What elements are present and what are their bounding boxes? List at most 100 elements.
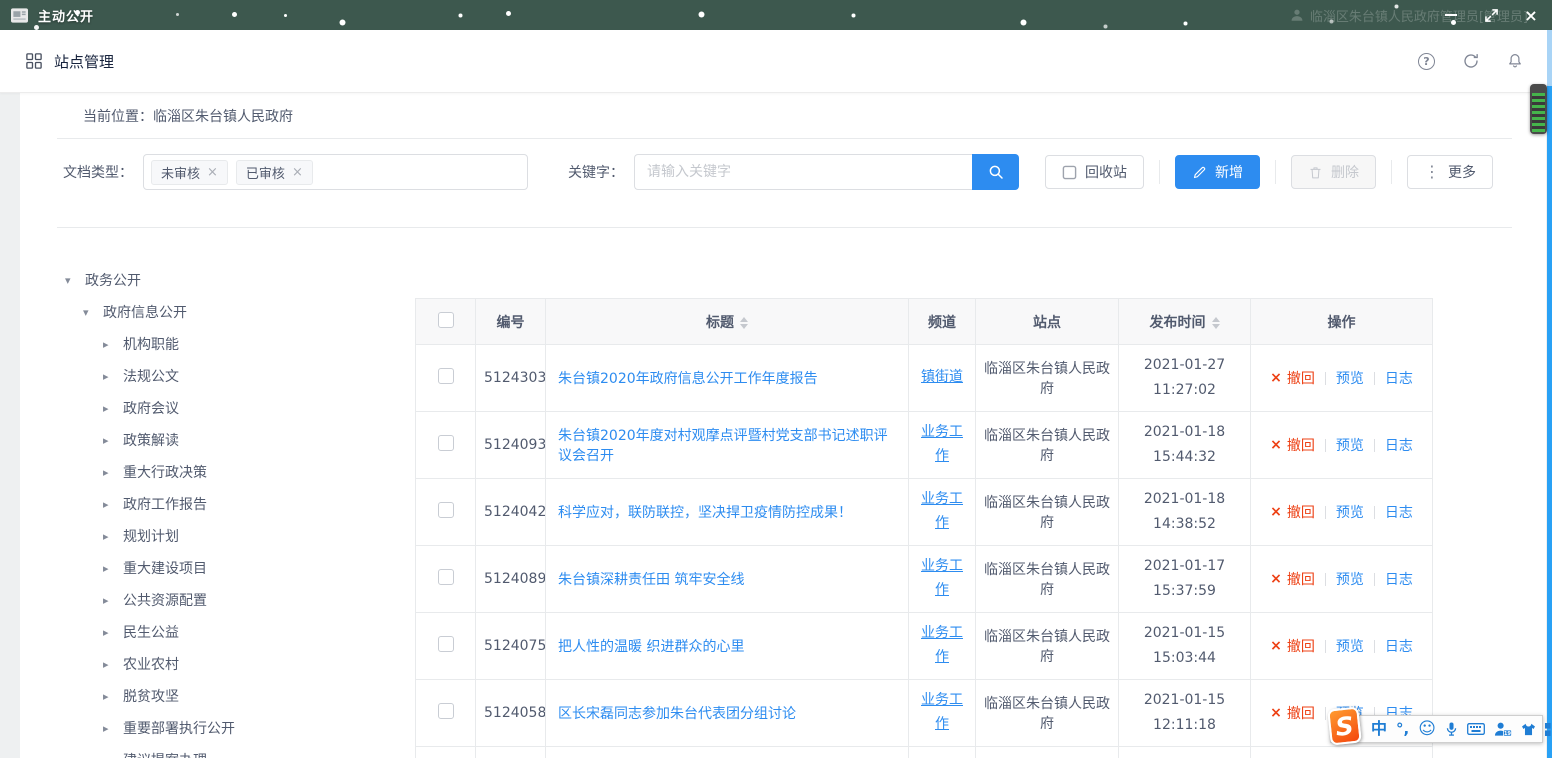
chevron-right-icon[interactable]: ▸: [103, 594, 123, 607]
row-title-link[interactable]: 朱台镇2020年政府信息公开工作年度报告: [558, 371, 818, 387]
chevron-right-icon[interactable]: ▸: [103, 754, 123, 758]
doc-type-select[interactable]: 未审核 × 已审核 ×: [143, 154, 528, 190]
preview-action[interactable]: 预览: [1336, 636, 1364, 656]
tree-item[interactable]: ▸ 建议提案办理: [65, 744, 415, 758]
minimize-button[interactable]: [1444, 8, 1458, 22]
tree-item[interactable]: ▸ 农业农村: [65, 648, 415, 680]
chevron-right-icon[interactable]: ▸: [103, 562, 123, 575]
help-icon[interactable]: ?: [1417, 52, 1436, 71]
chevron-down-icon[interactable]: ▾: [65, 274, 85, 287]
row-checkbox[interactable]: [438, 569, 454, 585]
ime-microphone-icon[interactable]: [1445, 718, 1458, 740]
recycle-square-icon: [1062, 165, 1077, 180]
tag-close-icon[interactable]: ×: [207, 166, 218, 179]
tree-item[interactable]: ▸ 政府会议: [65, 392, 415, 424]
log-action[interactable]: 日志: [1385, 502, 1413, 522]
notification-bell-icon[interactable]: [1505, 52, 1524, 71]
revoke-action[interactable]: × 撤回: [1270, 435, 1315, 455]
tree-item[interactable]: ▸ 机构职能: [65, 328, 415, 360]
chevron-right-icon[interactable]: ▸: [103, 722, 123, 735]
ime-punctuation-icon[interactable]: °,: [1396, 718, 1409, 740]
row-title-link[interactable]: 科学应对，联防联控，坚决捍卫疫情防控成果！: [558, 505, 852, 521]
ime-toolbox-icon[interactable]: [1545, 718, 1552, 740]
more-button[interactable]: ⋮ 更多: [1407, 155, 1493, 189]
ime-account-icon[interactable]: 19: [1494, 718, 1512, 740]
keyword-input[interactable]: [634, 154, 972, 190]
row-checkbox[interactable]: [438, 368, 454, 384]
chevron-right-icon[interactable]: ▸: [103, 530, 123, 543]
tree-item[interactable]: ▸ 政策解读: [65, 424, 415, 456]
user-icon: [1290, 8, 1304, 22]
tree-item[interactable]: ▸ 民生公益: [65, 616, 415, 648]
log-action[interactable]: 日志: [1385, 368, 1413, 388]
chevron-right-icon[interactable]: ▸: [103, 498, 123, 511]
row-channel-link[interactable]: 镇街道: [921, 366, 963, 390]
tree-item[interactable]: ▸ 重大建设项目: [65, 552, 415, 584]
search-button[interactable]: [972, 154, 1019, 190]
row-title-link[interactable]: 区长宋磊同志参加朱台代表团分组讨论: [558, 706, 796, 722]
sogou-logo-icon[interactable]: S: [1327, 706, 1362, 745]
revoke-action[interactable]: × 撤回: [1270, 569, 1315, 589]
add-button[interactable]: 新增: [1175, 155, 1260, 189]
revoke-action[interactable]: × 撤回: [1270, 502, 1315, 522]
row-channel-link[interactable]: 业务工作: [917, 488, 967, 536]
preview-action[interactable]: 预览: [1336, 435, 1364, 455]
close-button[interactable]: ×: [1524, 8, 1538, 22]
refresh-icon[interactable]: [1461, 52, 1480, 71]
log-action[interactable]: 日志: [1385, 435, 1413, 455]
row-title-link[interactable]: 把人性的温暖 织进群众的心里: [558, 639, 744, 655]
preview-action[interactable]: 预览: [1336, 502, 1364, 522]
tree-item[interactable]: ▸ 法规公文: [65, 360, 415, 392]
ime-emoji-icon[interactable]: ☺: [1418, 718, 1436, 740]
chevron-right-icon[interactable]: ▸: [103, 434, 123, 447]
tree-item[interactable]: ▸ 脱贫攻坚: [65, 680, 415, 712]
tree-item[interactable]: ▸ 重大行政决策: [65, 456, 415, 488]
row-checkbox[interactable]: [438, 636, 454, 652]
revoke-action[interactable]: × 撤回: [1270, 703, 1315, 723]
row-channel-link[interactable]: 业务工作: [917, 555, 967, 603]
log-action[interactable]: 日志: [1385, 569, 1413, 589]
row-title-link[interactable]: 朱台镇2020年度对村观摩点评暨村党支部书记述职评议会召开: [558, 428, 888, 464]
chevron-right-icon[interactable]: ▸: [103, 690, 123, 703]
row-id: 5124089: [476, 546, 546, 613]
chevron-down-icon[interactable]: ▾: [83, 306, 103, 319]
row-title-link[interactable]: 朱台镇深耕责任田 筑牢安全线: [558, 572, 744, 588]
sort-icon[interactable]: [740, 317, 748, 329]
delete-button[interactable]: 删除: [1291, 155, 1376, 189]
row-channel-link[interactable]: 业务工作: [917, 421, 967, 469]
doc-type-tag[interactable]: 已审核 ×: [236, 160, 313, 185]
ime-chinese-mode-icon[interactable]: 中: [1371, 718, 1387, 740]
preview-action[interactable]: 预览: [1336, 368, 1364, 388]
chevron-right-icon[interactable]: ▸: [103, 338, 123, 351]
row-checkbox[interactable]: [438, 703, 454, 719]
tree-item[interactable]: ▸ 公共资源配置: [65, 584, 415, 616]
table-row: 5124058 区长宋磊同志参加朱台代表团分组讨论 业务工作 临淄区朱台镇人民政…: [416, 680, 1433, 747]
tree-sub[interactable]: ▾ 政府信息公开: [65, 296, 415, 328]
row-checkbox[interactable]: [438, 502, 454, 518]
row-channel-link[interactable]: 业务工作: [917, 622, 967, 670]
select-all-checkbox[interactable]: [438, 312, 454, 328]
doc-type-tag[interactable]: 未审核 ×: [151, 160, 228, 185]
chevron-right-icon[interactable]: ▸: [103, 402, 123, 415]
tree-item[interactable]: ▸ 规划计划: [65, 520, 415, 552]
chevron-right-icon[interactable]: ▸: [103, 658, 123, 671]
revoke-action[interactable]: × 撤回: [1270, 636, 1315, 656]
preview-action[interactable]: 预览: [1336, 569, 1364, 589]
ime-keyboard-icon[interactable]: [1467, 718, 1485, 740]
revoke-action[interactable]: × 撤回: [1270, 368, 1315, 388]
chevron-right-icon[interactable]: ▸: [103, 370, 123, 383]
tree-item[interactable]: ▸ 重要部署执行公开: [65, 712, 415, 744]
chevron-right-icon[interactable]: ▸: [103, 626, 123, 639]
log-action[interactable]: 日志: [1385, 636, 1413, 656]
row-channel-link[interactable]: 业务工作: [917, 689, 967, 737]
sort-icon[interactable]: [1212, 317, 1220, 329]
tree-root[interactable]: ▾ 政务公开: [65, 264, 415, 296]
chevron-right-icon[interactable]: ▸: [103, 466, 123, 479]
ime-skin-icon[interactable]: [1521, 718, 1536, 740]
scrollbar-thumb[interactable]: [1547, 86, 1552, 758]
tree-item[interactable]: ▸ 政府工作报告: [65, 488, 415, 520]
tag-close-icon[interactable]: ×: [292, 166, 303, 179]
row-checkbox[interactable]: [438, 435, 454, 451]
recycle-bin-button[interactable]: 回收站: [1045, 155, 1144, 189]
maximize-button[interactable]: [1484, 8, 1498, 22]
